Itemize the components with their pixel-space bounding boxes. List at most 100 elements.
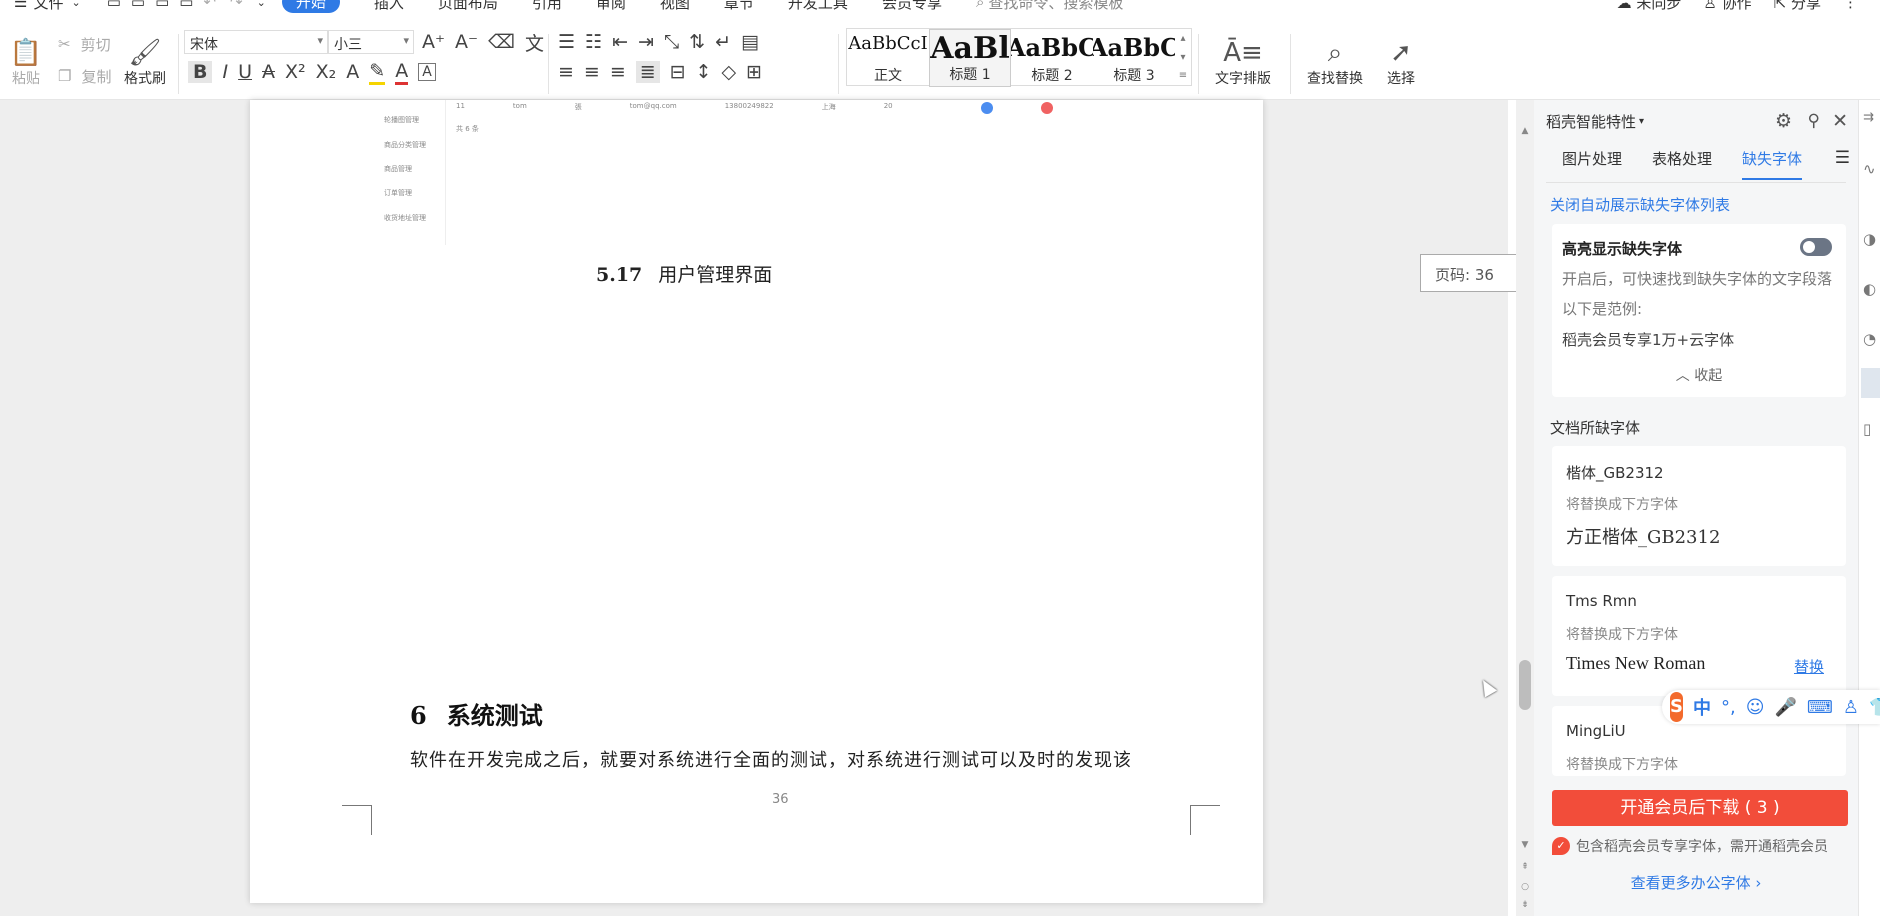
keyboard-icon[interactable]: ⌨ [1807, 697, 1833, 718]
document-page[interactable]: 轮播图管理 商品分类管理 商品管理 订单管理 收货地址管理 11 tom 張 t… [250, 100, 1263, 903]
show-marks-icon[interactable]: ↵ [715, 31, 731, 53]
command-search-input[interactable]: 查找命令、搜索模板 [988, 0, 1123, 13]
menu-icon[interactable]: ☰ [1835, 148, 1850, 168]
scrollbar-thumb[interactable] [1519, 660, 1531, 710]
hamburger-icon[interactable]: ☰ [14, 0, 27, 11]
quick-access-more-icon[interactable]: ⌄ [257, 0, 266, 9]
chevron-up-icon[interactable]: ▴ [1180, 33, 1185, 44]
gear-icon[interactable]: ⚙ [1775, 110, 1792, 132]
tab-member[interactable]: 会员专享 [882, 0, 942, 13]
style-heading-1[interactable]: AaBl 标题 1 [929, 29, 1011, 87]
align-center-icon[interactable]: ≡ [584, 61, 600, 83]
superscript-icon[interactable]: X² [285, 61, 306, 83]
table-tools-icon[interactable]: ▤ [741, 31, 759, 53]
font-card[interactable]: Tms Rmn 将替换成下方字体 Times New Roman 替换 [1552, 576, 1846, 696]
highlight-icon[interactable]: ✎ [369, 60, 386, 85]
pinyin-icon[interactable]: 文 [525, 29, 544, 56]
user-icon[interactable]: ♙ [1843, 697, 1859, 718]
rail-icon[interactable]: ▯ [1863, 420, 1871, 438]
sort-icon[interactable]: ⇅ [689, 31, 705, 53]
copy-button[interactable]: ❐ 复制 [58, 62, 111, 90]
rail-icon-active[interactable] [1861, 368, 1880, 398]
tab-image-processing[interactable]: 图片处理 [1562, 148, 1622, 178]
align-left-icon[interactable]: ≡ [558, 61, 574, 83]
close-auto-show-link[interactable]: 关闭自动展示缺失字体列表 [1550, 194, 1730, 215]
browse-object-icon[interactable]: ○ [1519, 882, 1531, 894]
microphone-icon[interactable]: 🎤 [1774, 697, 1796, 718]
rail-icon[interactable]: ◔ [1863, 330, 1876, 348]
text-effect-icon[interactable]: A [346, 61, 359, 83]
strikethrough-icon[interactable]: A [262, 61, 275, 83]
justify-icon[interactable]: ≣ [635, 61, 660, 83]
cut-button[interactable]: ✂ 剪切 [58, 30, 111, 58]
bold-icon[interactable]: B [188, 61, 213, 83]
text-direction-icon[interactable]: ⤡ [664, 31, 679, 53]
font-card[interactable]: 楷体_GB2312 将替换成下方字体 方正楷体_GB2312 [1552, 446, 1846, 566]
document-scrollbar[interactable]: ▲ ▼ ⇞ ○ ⇟ [1516, 100, 1534, 916]
tab-missing-fonts[interactable]: 缺失字体 [1742, 148, 1803, 180]
distribute-icon[interactable]: ⊟ [670, 61, 686, 83]
style-heading-3[interactable]: AaBbC 标题 3 [1093, 29, 1175, 87]
member-download-button[interactable]: 开通会员后下载 ( 3 ) [1552, 790, 1848, 826]
font-size-select[interactable]: 小三 [328, 30, 414, 54]
chevron-down-icon[interactable]: ▾ [1180, 52, 1185, 63]
tab-view[interactable]: 视图 [660, 0, 690, 13]
tab-page-layout[interactable]: 页面布局 [438, 0, 498, 13]
clear-format-icon[interactable]: ⌫ [488, 31, 515, 53]
sync-status[interactable]: ☁ 未同步 [1617, 0, 1682, 13]
tab-chapter[interactable]: 章节 [724, 0, 754, 13]
tab-home[interactable]: 开始 [281, 0, 340, 13]
line-spacing-icon[interactable]: ↕ [696, 61, 712, 83]
emoji-icon[interactable]: ☺ [1746, 697, 1765, 718]
tab-review[interactable]: 审阅 [596, 0, 626, 13]
text-layout-button[interactable]: Ā≡ 文字排版 [1206, 26, 1280, 88]
highlight-toggle[interactable] [1800, 238, 1832, 256]
select-button[interactable]: ➚ 选择 [1376, 26, 1426, 88]
tab-insert[interactable]: 插入 [374, 0, 404, 13]
redo-icon[interactable]: ↷ [230, 0, 243, 11]
ime-lang[interactable]: 中 [1693, 694, 1711, 720]
panel-title[interactable]: 稻壳智能特性 [1546, 111, 1636, 132]
find-replace-button[interactable]: ⌕ 查找替换 [1298, 26, 1372, 88]
chevron-down-icon[interactable]: ⌄ [71, 0, 80, 9]
rail-icon[interactable]: ◑ [1863, 230, 1876, 248]
share-button[interactable]: ⇱ 分享 [1774, 0, 1821, 13]
increase-indent-icon[interactable]: ⇥ [638, 31, 654, 53]
tab-references[interactable]: 引用 [532, 0, 562, 13]
pin-icon[interactable]: ⚲ [1808, 111, 1820, 131]
chevron-down-icon[interactable]: ▾ [1639, 116, 1644, 127]
style-heading-2[interactable]: AaBbC 标题 2 [1011, 29, 1093, 87]
scroll-up-icon[interactable]: ▲ [1519, 126, 1531, 138]
tab-table-processing[interactable]: 表格处理 [1652, 148, 1712, 178]
bullet-list-icon[interactable]: ☰ [558, 31, 575, 53]
shading-icon[interactable]: ◇ [722, 61, 737, 83]
font-color-icon[interactable]: A [395, 60, 409, 85]
save-icon[interactable]: ▭ [107, 0, 121, 11]
menu-file[interactable]: 文件 [33, 0, 63, 13]
shrink-font-icon[interactable]: A⁻ [455, 31, 478, 53]
collab-button[interactable]: ♙ 协作 [1703, 0, 1751, 13]
close-icon[interactable]: ✕ [1832, 110, 1848, 132]
paste-button[interactable]: 📋 粘贴 [8, 26, 44, 88]
italic-icon[interactable]: I [222, 61, 228, 83]
align-right-icon[interactable]: ≡ [610, 61, 626, 83]
style-normal[interactable]: AaBbCcI 正文 [847, 29, 929, 87]
decrease-indent-icon[interactable]: ⇤ [612, 31, 628, 53]
style-gallery-scroll[interactable]: ▴ ▾ ≡ [1175, 29, 1191, 85]
sogou-logo-icon[interactable]: S [1670, 692, 1683, 722]
export-icon[interactable]: ▭ [131, 0, 145, 11]
format-painter-button[interactable]: 🖌 格式刷 [120, 26, 170, 88]
grow-font-icon[interactable]: A⁺ [422, 31, 445, 53]
scroll-down-icon[interactable]: ▼ [1519, 840, 1531, 852]
borders-icon[interactable]: ⊞ [746, 61, 762, 83]
replace-link[interactable]: 替换 [1794, 656, 1824, 677]
print-preview-icon[interactable]: ▭ [179, 0, 193, 11]
numbered-list-icon[interactable]: ☷ [585, 31, 602, 53]
underline-icon[interactable]: U [238, 61, 252, 83]
char-border-icon[interactable]: A [418, 63, 436, 81]
subscript-icon[interactable]: X₂ [316, 61, 337, 83]
rail-icon[interactable]: ∿ [1863, 160, 1876, 178]
undo-icon[interactable]: ↶ [203, 0, 216, 11]
collapse-button[interactable]: ︿ 收起 [1552, 365, 1846, 385]
expand-icon[interactable]: ≡ [1179, 70, 1187, 81]
